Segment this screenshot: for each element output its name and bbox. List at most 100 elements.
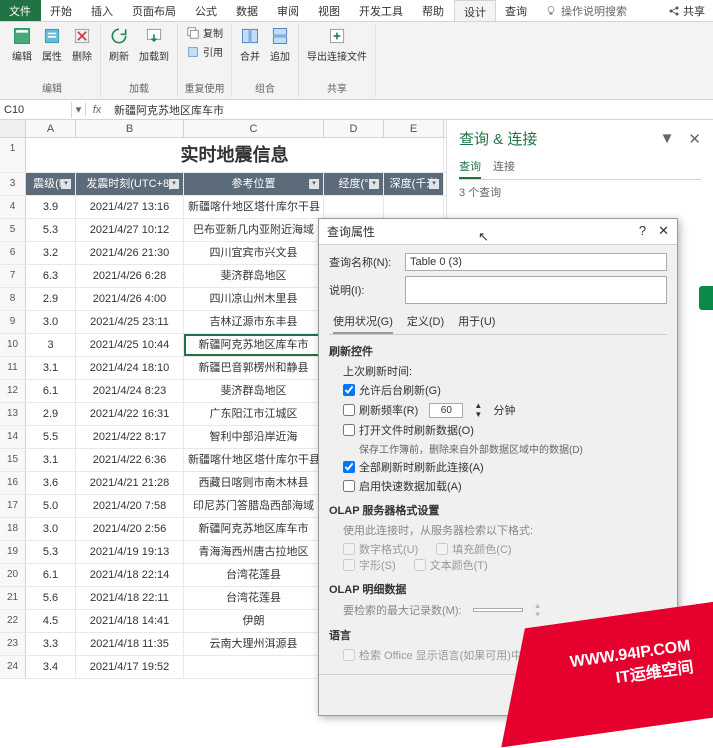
dialog-close-icon[interactable]: ✕	[658, 223, 669, 240]
export-conn-button[interactable]: 导出连接文件	[305, 24, 369, 65]
cell[interactable]: 3.9	[26, 196, 76, 218]
cell[interactable]: 2021/4/20 7:58	[76, 495, 184, 517]
row-header[interactable]: 4	[0, 196, 26, 218]
fastload-checkbox[interactable]	[343, 480, 355, 492]
cell[interactable]: 2021/4/20 2:56	[76, 518, 184, 540]
cell[interactable]: 3.3	[26, 633, 76, 655]
col-header[interactable]: C	[184, 120, 324, 137]
tab-review[interactable]: 审阅	[268, 0, 309, 21]
tab-layout[interactable]: 页面布局	[123, 0, 186, 21]
cell[interactable]: 2021/4/18 22:14	[76, 564, 184, 586]
row-header[interactable]: 14	[0, 426, 26, 448]
row-header[interactable]: 3	[0, 173, 26, 195]
cell[interactable]: 2021/4/22 8:17	[76, 426, 184, 448]
tab-data[interactable]: 数据	[227, 0, 268, 21]
row-header[interactable]: 21	[0, 587, 26, 609]
table-header[interactable]: 深度(千米	[384, 173, 444, 195]
cell[interactable]: 2021/4/22 6:36	[76, 449, 184, 471]
merge-button[interactable]: 合并	[238, 24, 262, 65]
filter-dropdown-icon[interactable]	[61, 179, 71, 189]
cell[interactable]: 云南大理州洱源县	[184, 633, 324, 655]
cell[interactable]: 2021/4/26 21:30	[76, 242, 184, 264]
cell[interactable]: 2021/4/27 13:16	[76, 196, 184, 218]
cell[interactable]: 2021/4/26 6:28	[76, 265, 184, 287]
cell[interactable]: 3.1	[26, 449, 76, 471]
ref-button[interactable]: 引用	[184, 43, 225, 60]
select-all-corner[interactable]	[0, 120, 26, 137]
row-header[interactable]: 10	[0, 334, 26, 356]
append-button[interactable]: 追加	[268, 24, 292, 65]
cell[interactable]: 巴布亚新几内亚附近海域	[184, 219, 324, 241]
cell[interactable]: 3.4	[26, 656, 76, 678]
dlg-tab-usedin[interactable]: 用于(U)	[458, 310, 495, 334]
cell[interactable]: 2021/4/17 19:52	[76, 656, 184, 678]
cell[interactable]: 台湾花莲县	[184, 587, 324, 609]
cell[interactable]: 台湾花莲县	[184, 564, 324, 586]
row-header[interactable]: 16	[0, 472, 26, 494]
row-header[interactable]: 15	[0, 449, 26, 471]
cell[interactable]: 2021/4/25 10:44	[76, 334, 184, 356]
name-input[interactable]: Table 0 (3)	[405, 253, 667, 271]
cell[interactable]: 2021/4/25 23:11	[76, 311, 184, 333]
cell[interactable]: 5.0	[26, 495, 76, 517]
table-header[interactable]: 经度(°	[324, 173, 384, 195]
row-header[interactable]: 8	[0, 288, 26, 310]
freq-checkbox[interactable]	[343, 404, 355, 416]
maxrec-input[interactable]	[473, 608, 523, 612]
refresh-button[interactable]: 刷新	[107, 24, 131, 65]
cell[interactable]: 青海海西州唐古拉地区	[184, 541, 324, 563]
cell[interactable]	[324, 196, 384, 218]
cell[interactable]: 新疆阿克苏地区库车市	[184, 334, 324, 356]
cell[interactable]: 3.0	[26, 311, 76, 333]
tab-home[interactable]: 开始	[41, 0, 82, 21]
row-header[interactable]: 12	[0, 380, 26, 402]
table-header[interactable]: 震级(M	[26, 173, 76, 195]
cell[interactable]: 斐济群岛地区	[184, 265, 324, 287]
cell[interactable]: 6.1	[26, 380, 76, 402]
name-box[interactable]: C10	[0, 102, 72, 118]
cell[interactable]: 3.6	[26, 472, 76, 494]
row-header[interactable]: 5	[0, 219, 26, 241]
table-header[interactable]: 参考位置	[184, 173, 324, 195]
row-header[interactable]: 13	[0, 403, 26, 425]
row-header[interactable]: 17	[0, 495, 26, 517]
tab-file[interactable]: 文件	[0, 0, 41, 21]
cell[interactable]: 2021/4/22 16:31	[76, 403, 184, 425]
table-header[interactable]: 发震时刻(UTC+8)	[76, 173, 184, 195]
tab-design[interactable]: 设计	[454, 0, 496, 21]
row-header[interactable]: 11	[0, 357, 26, 379]
col-header[interactable]: D	[324, 120, 384, 137]
filter-dropdown-icon[interactable]	[369, 179, 379, 189]
cell[interactable]: 2021/4/27 10:12	[76, 219, 184, 241]
copy-button[interactable]: 复制	[184, 24, 225, 41]
cell[interactable]: 新疆喀什地区塔什库尔干县	[184, 196, 324, 218]
freq-value[interactable]: 60	[429, 403, 463, 418]
row-header[interactable]: 19	[0, 541, 26, 563]
cell[interactable]: 2.9	[26, 403, 76, 425]
row-header[interactable]: 20	[0, 564, 26, 586]
cell[interactable]: 5.6	[26, 587, 76, 609]
fx-icon[interactable]: fx	[86, 104, 108, 116]
row-header[interactable]: 18	[0, 518, 26, 540]
cell[interactable]: 6.3	[26, 265, 76, 287]
pane-tab-conn[interactable]: 连接	[493, 155, 515, 179]
tab-dev[interactable]: 开发工具	[350, 0, 413, 21]
tab-query[interactable]: 查询	[496, 0, 537, 21]
cell[interactable]: 2021/4/26 4:00	[76, 288, 184, 310]
col-header[interactable]: A	[26, 120, 76, 137]
filter-dropdown-icon[interactable]	[429, 179, 439, 189]
tab-view[interactable]: 视图	[309, 0, 350, 21]
formula-input[interactable]: 新疆阿克苏地区库车市	[108, 100, 713, 120]
pane-close-icon[interactable]: ✕	[688, 130, 701, 148]
cell[interactable]: 斐济群岛地区	[184, 380, 324, 402]
dlg-tab-definition[interactable]: 定义(D)	[407, 310, 444, 334]
col-header[interactable]: E	[384, 120, 444, 137]
row-header[interactable]: 6	[0, 242, 26, 264]
cell[interactable]	[184, 656, 324, 678]
col-header[interactable]: B	[76, 120, 184, 137]
cell[interactable]: 4.5	[26, 610, 76, 632]
cell[interactable]: 2021/4/24 18:10	[76, 357, 184, 379]
cell[interactable]: 广东阳江市江城区	[184, 403, 324, 425]
cell[interactable]: 2021/4/18 11:35	[76, 633, 184, 655]
cell[interactable]: 智利中部沿岸近海	[184, 426, 324, 448]
